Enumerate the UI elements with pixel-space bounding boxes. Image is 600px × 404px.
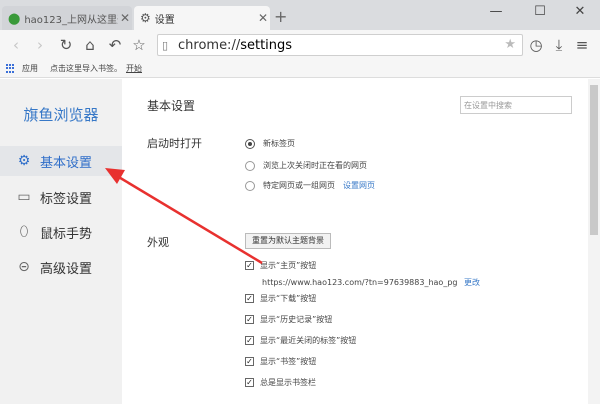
gear-icon: ⚙ [140, 11, 151, 25]
check-show-downloads[interactable]: ✓ 显示“下载”按钮 [245, 293, 316, 304]
check-show-history[interactable]: ✓ 显示“历史记录”按钮 [245, 314, 332, 325]
tab-icon: ▭ [17, 189, 31, 205]
toolbar: ‹ › ↻ ⌂ ↶ ☆ ▯ chrome://settings ★ ◷ ⤓ ≡ [0, 30, 600, 60]
tab-title: hao123_上网从这里开始 [24, 14, 118, 26]
star-icon[interactable]: ☆ [129, 35, 149, 55]
checkbox[interactable]: ✓ [245, 378, 254, 387]
more-icon: ⊝ [18, 259, 30, 275]
settings-search-input[interactable]: 在设置中搜索 [460, 96, 572, 114]
minimize-button[interactable]: — [476, 2, 516, 22]
home-button[interactable]: ⌂ [80, 35, 100, 55]
tab-hao123[interactable]: ⬤ hao123_上网从这里开始 ✕ [2, 6, 132, 30]
page-title: 基本设置 [147, 99, 196, 113]
scrollbar-thumb[interactable] [590, 85, 598, 235]
close-window-button[interactable]: ✕ [560, 2, 600, 22]
startup-option-specific[interactable]: 特定网页或一组网页 设置网页 [245, 180, 375, 191]
tab-title: 设置 [154, 14, 175, 26]
favicon-icon: ⬤ [8, 11, 21, 25]
check-label: 显示“最近关闭的标签”按钮 [260, 336, 357, 345]
checkbox[interactable]: ✓ [245, 294, 254, 303]
checkbox[interactable]: ✓ [245, 336, 254, 345]
option-label: 浏览上次关闭时正在看的网页 [263, 161, 367, 170]
apps-icon[interactable] [6, 63, 16, 74]
sidebar-item-basic[interactable]: ⚙ 基本设置 [0, 146, 122, 176]
brand-title: 旗鱼浏览器 [23, 106, 99, 124]
sidebar-item-label: 标签设置 [40, 191, 93, 207]
apps-link[interactable]: 应用 [22, 63, 38, 74]
tab-settings[interactable]: ⚙ 设置 ✕ [134, 6, 270, 30]
startup-section-title: 启动时打开 [147, 137, 202, 150]
new-tab-button[interactable]: + [274, 9, 287, 25]
radio-button[interactable] [245, 138, 255, 149]
bookmarks-bar: 应用 点击这里导入书签。 开始 [0, 60, 600, 78]
page-icon: ▯ [162, 38, 169, 52]
bookmark-star-icon[interactable]: ★ [504, 37, 516, 52]
check-show-bookmarks[interactable]: ✓ 显示“书签”按钮 [245, 356, 316, 367]
option-label: 特定网页或一组网页 [263, 181, 335, 190]
check-label: 显示“书签”按钮 [260, 357, 317, 366]
check-label: 总是显示书签栏 [260, 378, 316, 387]
check-label: 显示“历史记录”按钮 [260, 315, 333, 324]
maximize-button[interactable]: ☐ [520, 2, 560, 22]
change-home-link[interactable]: 更改 [464, 278, 480, 287]
startup-option-newtab[interactable]: 新标签页 [245, 138, 295, 149]
gear-icon: ⚙ [17, 153, 31, 169]
home-url-text: https://www.hao123.com/?tn=97639883_hao_… [262, 278, 458, 287]
scrollbar[interactable] [588, 79, 600, 404]
close-icon[interactable]: ✕ [256, 11, 270, 25]
radio-button[interactable] [245, 180, 255, 191]
sidebar-item-label: 高级设置 [40, 261, 93, 277]
forward-button[interactable]: › [30, 35, 50, 55]
back-button[interactable]: ‹ [6, 35, 26, 55]
sidebar-item-label: 鼠标手势 [40, 226, 93, 242]
import-bookmarks-hint: 点击这里导入书签。 [50, 64, 122, 73]
menu-icon[interactable]: ≡ [572, 35, 592, 55]
reload-button[interactable]: ↻ [56, 35, 76, 55]
appearance-section-title: 外观 [147, 236, 169, 249]
clock-icon[interactable]: ◷ [526, 35, 546, 55]
sidebar-item-advanced[interactable]: ⊝ 高级设置 [0, 252, 122, 282]
undo-close-button[interactable]: ↶ [105, 35, 125, 55]
set-pages-link[interactable]: 设置网页 [343, 180, 375, 191]
startup-option-continue[interactable]: 浏览上次关闭时正在看的网页 [245, 160, 367, 171]
settings-sidebar: 旗鱼浏览器 ⚙ 基本设置 ▭ 标签设置 ⬯ 鼠标手势 ⊝ 高级设置 [0, 79, 122, 404]
start-link[interactable]: 开始 [126, 63, 142, 74]
address-bar[interactable]: ▯ chrome://settings ★ [157, 34, 523, 56]
url-text: chrome://settings [178, 37, 293, 53]
reset-theme-button[interactable]: 重置为默认主题背景 [245, 233, 331, 249]
checkbox[interactable]: ✓ [245, 261, 254, 270]
download-icon[interactable]: ⤓ [549, 35, 569, 55]
close-icon[interactable]: ✕ [118, 11, 132, 25]
check-show-recent-tabs[interactable]: ✓ 显示“最近关闭的标签”按钮 [245, 335, 356, 346]
mouse-icon: ⬯ [19, 224, 29, 240]
sidebar-item-tabs[interactable]: ▭ 标签设置 [0, 182, 122, 212]
radio-button[interactable] [245, 160, 255, 171]
settings-main: 基本设置 在设置中搜索 启动时打开 新标签页 浏览上次关闭时正在看的网页 特定网… [122, 79, 600, 404]
check-show-home[interactable]: ✓ 显示“主页”按钮 [245, 260, 316, 271]
sidebar-item-mouse[interactable]: ⬯ 鼠标手势 [0, 217, 122, 247]
checkbox[interactable]: ✓ [245, 357, 254, 366]
check-label: 显示“下载”按钮 [260, 294, 317, 303]
sidebar-item-label: 基本设置 [40, 155, 93, 171]
checkbox[interactable]: ✓ [245, 315, 254, 324]
check-always-bookmarks-bar[interactable]: ✓ 总是显示书签栏 [245, 377, 316, 388]
check-label: 显示“主页”按钮 [260, 261, 317, 270]
option-label: 新标签页 [263, 139, 295, 148]
tab-strip: ⬤ hao123_上网从这里开始 ✕ ⚙ 设置 ✕ + — ☐ ✕ [0, 0, 600, 30]
home-url: https://www.hao123.com/?tn=97639883_hao_… [262, 277, 480, 288]
